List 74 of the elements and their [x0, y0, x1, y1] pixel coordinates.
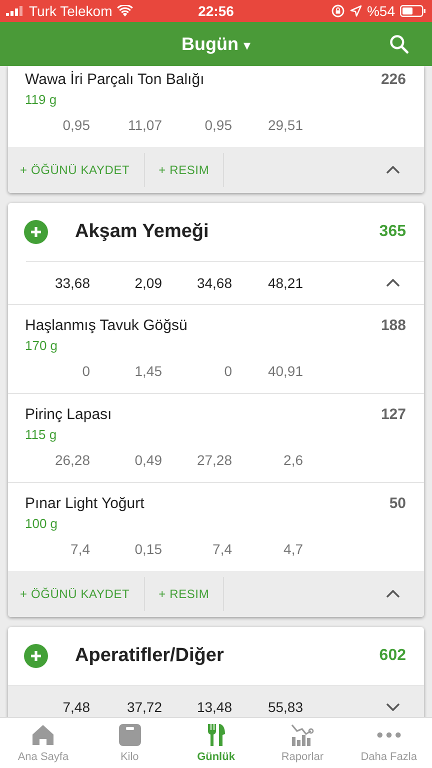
meal-calories: 602 — [379, 647, 406, 665]
meal-title: Aperatifler/Diğer — [75, 645, 225, 667]
scale-icon — [118, 723, 142, 747]
signal-icon — [6, 6, 24, 16]
carrier-name: Turk Telekom — [29, 3, 112, 19]
macro-total: 13,48 — [196, 699, 232, 715]
macro-value: 29,51 — [266, 117, 303, 133]
food-name: Pirinç Lapası — [25, 406, 112, 423]
macro-value: 0,95 — [204, 117, 232, 133]
tab[interactable]: Daha Fazla — [346, 718, 432, 768]
macro-value: 0 — [81, 363, 90, 379]
bar-chart-icon — [290, 723, 314, 747]
macro-total: 55,83 — [266, 699, 303, 715]
action-link[interactable]: + RESIM — [144, 577, 224, 611]
meal-title: Akşam Yemeği — [75, 221, 210, 243]
tab[interactable]: Kilo — [86, 718, 173, 768]
macro-value: 26,28 — [54, 452, 90, 468]
tab[interactable]: Ana Sayfa — [0, 718, 86, 768]
battery-percent: %54 — [366, 3, 395, 19]
food-row[interactable]: Wawa İri Parçalı Ton Balığı 226 119 g 0,95 11,07 0,95 29,51 — [8, 66, 424, 147]
tab[interactable]: Günlük — [172, 718, 260, 768]
macro-value: 2,6 — [282, 452, 303, 468]
plus-icon — [24, 220, 48, 244]
macro-total: 34,68 — [196, 275, 232, 291]
macro-value: 40,91 — [266, 363, 303, 379]
macro-total: 48,21 — [266, 275, 303, 291]
status-time: 22:56 — [198, 3, 234, 19]
tab[interactable]: Raporlar — [259, 718, 346, 768]
add-food-button[interactable] — [24, 220, 48, 244]
macro-value: 27,28 — [196, 452, 232, 468]
food-calories: 226 — [380, 71, 406, 88]
macro-total: 7,48 — [62, 699, 90, 715]
chevron-icon[interactable] — [386, 703, 400, 711]
macro-value: 4,7 — [282, 541, 303, 557]
chevron-icon[interactable] — [386, 166, 400, 174]
rotation-lock-icon — [330, 4, 345, 18]
food-name: Wawa İri Parçalı Ton Balığı — [25, 71, 204, 88]
food-name: Haşlanmış Tavuk Göğsü — [25, 317, 188, 334]
meal-calories: 365 — [379, 223, 406, 241]
food-calories: 50 — [389, 495, 406, 512]
macro-value: 11,07 — [127, 117, 162, 133]
food-amount: 170 g — [25, 338, 59, 353]
macro-value: 0,95 — [62, 117, 90, 133]
macro-total: 37,72 — [126, 699, 162, 715]
plus-icon — [24, 644, 48, 668]
action-link[interactable]: + ÖĞÜNÜ KAYDET — [8, 577, 145, 611]
food-row[interactable]: Haşlanmış Tavuk Göğsü 188 170 g 0 1,45 0 40,91 — [8, 304, 424, 393]
macro-total: 33,68 — [54, 275, 90, 291]
battery-icon — [400, 5, 426, 17]
macro-value: 0 — [223, 363, 232, 379]
macro-value: 1,45 — [134, 363, 162, 379]
search-icon[interactable] — [388, 33, 410, 55]
chevron-icon[interactable] — [386, 279, 400, 287]
food-amount: 119 g — [25, 92, 58, 107]
food-calories: 127 — [380, 406, 406, 423]
macro-value: 0,49 — [134, 452, 162, 468]
date-dropdown[interactable]: Bugün ▾ — [175, 30, 256, 58]
more-icon — [376, 732, 401, 738]
food-amount: 100 g — [25, 516, 59, 531]
food-name: Pınar Light Yoğurt — [25, 495, 144, 512]
action-link[interactable]: + ÖĞÜNÜ KAYDET — [8, 153, 145, 187]
macro-total: 2,09 — [134, 275, 162, 291]
location-arrow-icon — [350, 5, 362, 17]
chevron-icon[interactable] — [386, 590, 400, 598]
add-food-button[interactable] — [24, 644, 48, 668]
macro-value: 7,4 — [212, 541, 232, 557]
food-amount: 115 g — [25, 427, 58, 442]
food-calories: 188 — [380, 317, 406, 334]
home-icon — [31, 723, 56, 747]
macro-value: 7,4 — [70, 541, 90, 557]
action-link[interactable]: + RESIM — [144, 153, 224, 187]
macro-value: 0,15 — [134, 541, 162, 557]
food-row[interactable]: Pirinç Lapası 127 115 g 26,28 0,49 27,28 2,6 — [8, 393, 424, 482]
wifi-icon — [117, 5, 134, 17]
